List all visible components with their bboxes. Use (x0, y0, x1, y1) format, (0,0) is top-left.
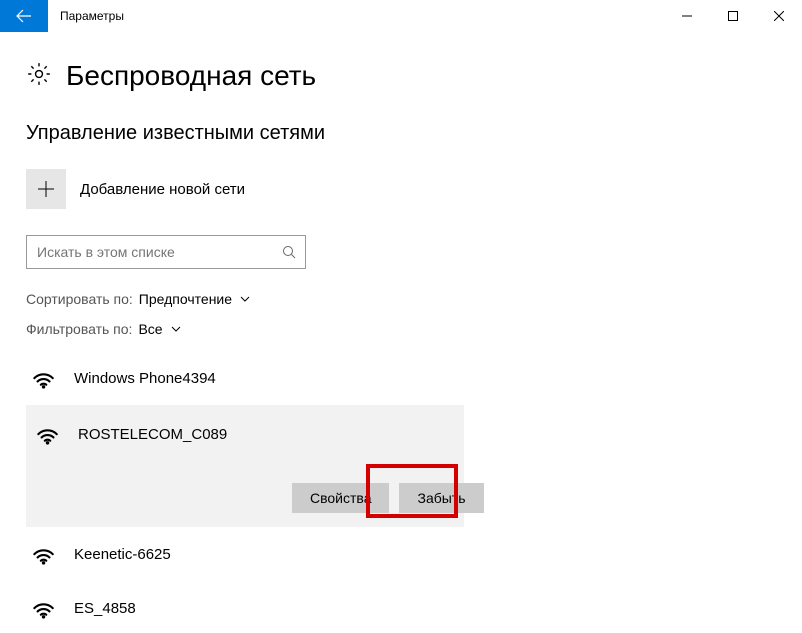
filter-row[interactable]: Фильтровать по: Все (26, 321, 776, 337)
window-title: Параметры (48, 0, 664, 32)
search-box[interactable] (26, 235, 306, 269)
filter-value: Все (138, 321, 162, 337)
wifi-icon (34, 419, 60, 450)
add-network-row[interactable]: Добавление новой сети (26, 169, 776, 209)
minimize-button[interactable] (664, 0, 710, 32)
wifi-icon (30, 539, 56, 570)
settings-window: Параметры Беспроводная сеть Управле (0, 0, 802, 633)
search-input[interactable] (27, 244, 273, 260)
maximize-button[interactable] (710, 0, 756, 32)
properties-button[interactable]: Свойства (292, 483, 389, 513)
sort-row[interactable]: Сортировать по: Предпочтение (26, 291, 776, 307)
section-title: Управление известными сетями (26, 122, 776, 145)
add-network-label: Добавление новой сети (80, 181, 245, 198)
back-button[interactable] (0, 0, 48, 32)
page-title: Беспроводная сеть (66, 60, 316, 92)
wifi-icon (30, 593, 56, 624)
network-item[interactable]: Windows Phone4394 (26, 351, 776, 405)
titlebar: Параметры (0, 0, 802, 32)
page-header: Беспроводная сеть (26, 60, 776, 92)
network-item-selected[interactable]: ROSTELECOM_C089 Свойства Забыть (26, 405, 464, 527)
network-list: Windows Phone4394 ROSTELECOM_C089 Свойст… (26, 351, 776, 633)
network-name: Windows Phone4394 (74, 370, 216, 387)
forget-button[interactable]: Забыть (399, 483, 483, 513)
sort-label: Сортировать по: (26, 291, 133, 307)
search-icon[interactable] (273, 245, 305, 259)
network-actions: Свойства Забыть (292, 483, 464, 513)
add-network-button[interactable] (26, 169, 66, 209)
network-name: ES_4858 (74, 600, 136, 617)
filter-label: Фильтровать по: (26, 321, 132, 337)
content: Беспроводная сеть Управление известными … (0, 32, 802, 633)
chevron-down-icon (171, 321, 181, 337)
network-name: Keenetic-6625 (74, 546, 171, 563)
network-item[interactable]: ES_4858 (26, 581, 776, 633)
chevron-down-icon (240, 291, 250, 307)
wifi-icon (30, 363, 56, 394)
close-button[interactable] (756, 0, 802, 32)
sort-value: Предпочтение (139, 291, 232, 307)
gear-icon (26, 61, 52, 92)
network-name: ROSTELECOM_C089 (78, 426, 227, 443)
network-item[interactable]: Keenetic-6625 (26, 527, 776, 581)
window-controls (664, 0, 802, 32)
